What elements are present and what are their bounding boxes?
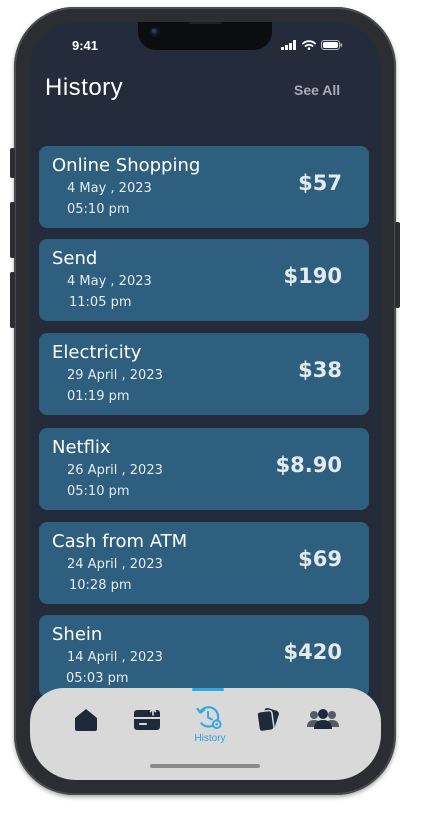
card-date: 4 May , 2023 [67, 181, 152, 196]
card-date: 24 April , 2023 [67, 557, 163, 572]
history-card[interactable]: Online Shopping 4 May , 2023 05:10 pm $5… [39, 146, 369, 228]
tab-cards[interactable] [248, 706, 288, 746]
home-icon [75, 709, 97, 731]
card-time: 05:10 pm [67, 484, 130, 499]
card-title: Send [52, 248, 98, 269]
card-amount: $420 [283, 640, 342, 664]
volume-up-button [10, 202, 15, 258]
signal-icon [281, 40, 296, 50]
card-time: 05:03 pm [66, 671, 129, 686]
history-icon [196, 706, 222, 730]
card-date: 26 April , 2023 [67, 463, 163, 478]
card-amount: $38 [298, 358, 342, 382]
card-amount: $190 [283, 264, 342, 288]
tab-history[interactable]: History [188, 704, 232, 744]
card-amount: $57 [298, 171, 342, 195]
card-time: 11:05 pm [69, 295, 132, 310]
speaker-grille [188, 22, 222, 24]
card-date: 4 May , 2023 [67, 274, 152, 289]
history-card[interactable]: Netflix 26 April , 2023 05:10 pm $8.90 [39, 428, 369, 510]
history-card[interactable]: Send 4 May , 2023 11:05 pm $190 [39, 239, 369, 321]
page-title: History [45, 74, 124, 101]
history-card[interactable]: Shein 14 April , 2023 05:03 pm $420 [39, 615, 369, 697]
notch [138, 22, 272, 50]
tab-home[interactable] [66, 706, 106, 746]
power-button [395, 222, 400, 308]
card-time: 05:10 pm [67, 202, 130, 217]
home-indicator [150, 764, 260, 768]
card-time: 10:28 pm [69, 578, 132, 593]
see-all-link[interactable]: See All [294, 82, 340, 98]
history-card[interactable]: Cash from ATM 24 April , 2023 10:28 pm $… [39, 522, 369, 604]
users-icon [307, 709, 339, 729]
tab-history-label: History [194, 733, 226, 744]
card-title: Shein [52, 624, 103, 645]
card-title: Online Shopping [52, 155, 201, 176]
volume-down-button [10, 272, 15, 328]
card-title: Netflix [52, 437, 111, 458]
tab-bar: History [30, 688, 381, 780]
wifi-icon [302, 40, 316, 50]
card-date: 14 April , 2023 [67, 650, 163, 665]
status-time: 9:41 [72, 38, 99, 53]
mute-switch [10, 148, 15, 178]
card-time: 01:19 pm [67, 389, 130, 404]
cards-icon [256, 707, 279, 732]
camera-icon [149, 26, 160, 37]
card-amount: $8.90 [275, 453, 342, 477]
active-tab-indicator [192, 688, 224, 691]
card-amount: $69 [298, 547, 342, 571]
wallet-icon [134, 707, 160, 730]
card-title: Electricity [52, 342, 142, 363]
tab-users[interactable] [303, 706, 343, 746]
battery-icon [321, 40, 343, 50]
tab-wallet[interactable] [127, 706, 167, 746]
status-icons [281, 40, 343, 50]
history-card[interactable]: Electricity 29 April , 2023 01:19 pm $38 [39, 333, 369, 415]
card-title: Cash from ATM [52, 531, 188, 552]
screen: 9:41 History See All Online Shopping 4 M… [30, 22, 381, 780]
card-date: 29 April , 2023 [67, 368, 163, 383]
